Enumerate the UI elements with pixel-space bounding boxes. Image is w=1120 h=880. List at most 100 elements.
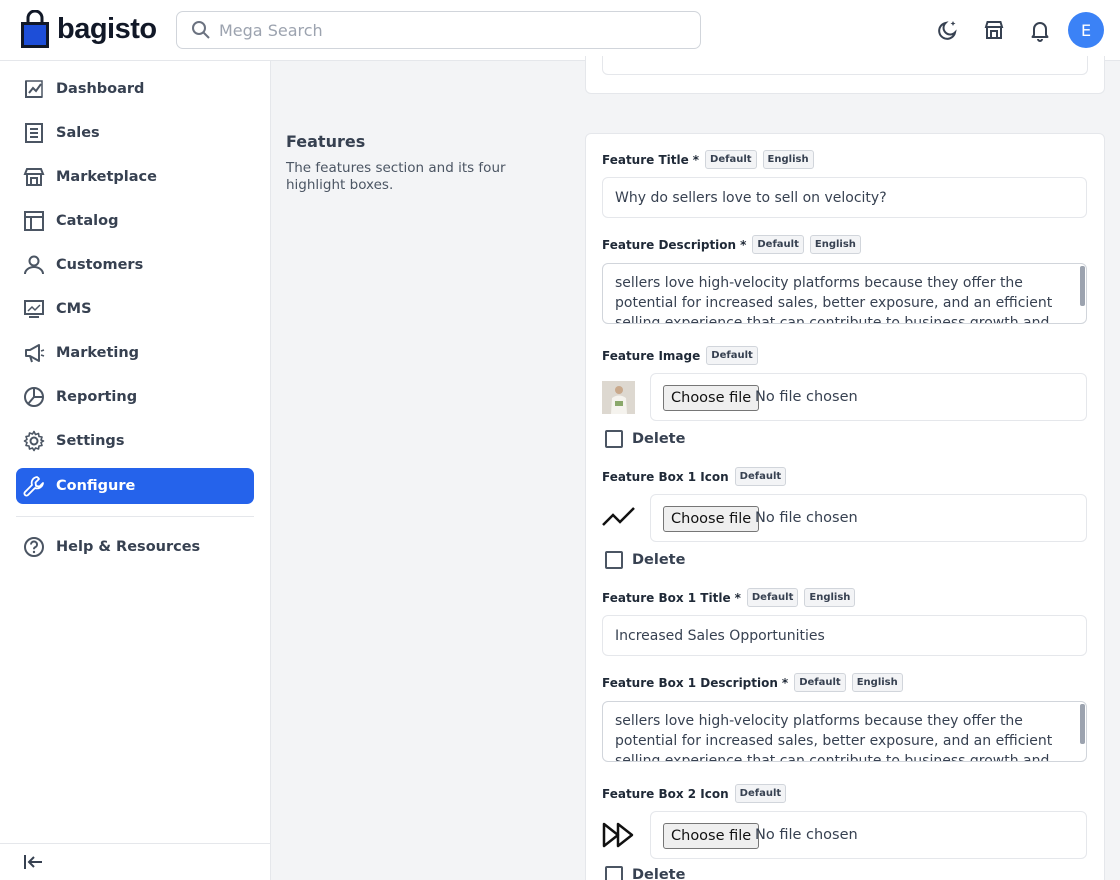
english-badge: English [804, 588, 856, 607]
choose-file-button[interactable]: Choose file [663, 506, 760, 532]
sidebar-item-label: Help & Resources [56, 539, 201, 555]
required-marker: * [734, 590, 741, 605]
search-input[interactable] [219, 20, 689, 40]
feature-image-delete[interactable]: Delete [605, 430, 685, 448]
monitor-icon [23, 298, 45, 320]
textarea-scrollbar[interactable] [1080, 704, 1085, 744]
feature-title-input[interactable]: Why do sellers love to sell on velocity? [602, 177, 1087, 218]
choose-file-button[interactable]: Choose file [663, 385, 760, 411]
previous-section-card [585, 56, 1105, 94]
fast-forward-icon [602, 822, 636, 853]
sidebar-item-configure[interactable]: Configure [16, 468, 254, 504]
sidebar-footer-divider [0, 843, 270, 844]
box2-icon-file-input: Choose file No file chosen [650, 811, 1087, 859]
sidebar-divider [16, 516, 254, 517]
field-label: Feature Box 1 Icon [602, 469, 729, 484]
sidebar-item-label: Settings [56, 433, 125, 449]
pie-chart-icon [23, 386, 45, 408]
delete-checkbox[interactable] [605, 430, 623, 448]
box2-icon-label: Feature Box 2 Icon Default [602, 784, 787, 803]
textarea-text: sellers love high-velocity platforms bec… [615, 713, 1053, 762]
trend-line-icon [602, 503, 636, 538]
feature-image-file-input: Choose file No file chosen [650, 373, 1087, 421]
sidebar-item-marketing[interactable]: Marketing [16, 335, 254, 371]
sidebar-item-dashboard[interactable]: Dashboard [16, 71, 254, 107]
bagisto-logo[interactable]: bagisto [20, 9, 157, 48]
wrench-icon [23, 475, 45, 497]
receipt-icon [23, 122, 45, 144]
user-avatar[interactable]: E [1068, 12, 1104, 48]
collapse-sidebar-icon[interactable] [22, 851, 44, 873]
sidebar-item-label: Dashboard [56, 81, 145, 97]
shopping-bag-icon [20, 9, 50, 48]
previous-field[interactable] [602, 56, 1088, 75]
logo-text: bagisto [57, 12, 157, 45]
sidebar-item-cms[interactable]: CMS [16, 291, 254, 327]
sidebar-item-sales[interactable]: Sales [16, 115, 254, 151]
sidebar-item-catalog[interactable]: Catalog [16, 203, 254, 239]
box1-icon-file-input: Choose file No file chosen [650, 494, 1087, 542]
default-badge: Default [746, 588, 799, 607]
default-badge: Default [706, 346, 758, 365]
gear-icon [23, 430, 45, 452]
sidebar-item-settings[interactable]: Settings [16, 423, 254, 459]
sidebar-item-label: CMS [56, 301, 92, 317]
help-icon [23, 536, 45, 558]
sidebar-item-reporting[interactable]: Reporting [16, 379, 254, 415]
storefront-icon[interactable] [980, 16, 1008, 44]
field-label: Feature Box 1 Title [602, 590, 731, 605]
sidebar-item-label: Sales [56, 125, 100, 141]
sidebar-item-label: Customers [56, 257, 144, 273]
bell-icon[interactable] [1026, 16, 1054, 44]
sidebar: Dashboard Sales Marketplace Catalog Cust… [0, 61, 271, 880]
sidebar-item-label: Reporting [56, 389, 138, 405]
required-marker: * [740, 237, 747, 252]
delete-label: Delete [632, 867, 686, 880]
dark-mode-icon[interactable] [934, 16, 962, 44]
field-label: Feature Title [602, 152, 689, 167]
delete-checkbox[interactable] [605, 866, 623, 880]
section-description: The features section and its four highli… [286, 160, 506, 193]
box1-icon-label: Feature Box 1 Icon Default [602, 467, 787, 486]
sidebar-item-label: Marketing [56, 345, 140, 361]
feature-image-label: Feature Image Default [602, 346, 758, 365]
required-marker: * [781, 675, 789, 690]
feature-title-label: Feature Title * Default English [602, 150, 814, 169]
file-status: No file chosen [755, 510, 858, 526]
english-badge: English [762, 150, 814, 169]
box1-icon-delete[interactable]: Delete [605, 551, 685, 569]
delete-label: Delete [632, 431, 686, 447]
textarea-scrollbar[interactable] [1080, 266, 1085, 306]
box1-description-label: Feature Box 1 Description * Default Engl… [602, 673, 903, 692]
box1-title-label: Feature Box 1 Title * Default English [602, 588, 856, 607]
search-icon [191, 20, 211, 40]
sidebar-item-customers[interactable]: Customers [16, 247, 254, 283]
box2-icon-delete[interactable]: Delete [605, 866, 685, 880]
sidebar-item-marketplace[interactable]: Marketplace [16, 159, 254, 195]
textarea-text: sellers love high-velocity platforms bec… [615, 275, 1053, 324]
sidebar-item-label: Catalog [56, 213, 119, 229]
mega-search[interactable] [176, 11, 701, 49]
top-header: bagisto E [0, 0, 1120, 61]
delete-label: Delete [632, 552, 686, 568]
sidebar-item-help[interactable]: Help & Resources [16, 529, 254, 565]
field-label: Feature Image [602, 348, 701, 363]
file-status: No file chosen [755, 827, 858, 843]
feature-description-textarea[interactable]: sellers love high-velocity platforms bec… [602, 263, 1087, 324]
feature-description-label: Feature Description * Default English [602, 235, 861, 254]
feature-image-thumbnail [602, 381, 635, 419]
default-badge: Default [794, 673, 846, 692]
delete-checkbox[interactable] [605, 551, 623, 569]
catalog-icon [23, 210, 45, 232]
sidebar-item-label: Configure [56, 478, 136, 494]
megaphone-icon [23, 342, 45, 364]
choose-file-button[interactable]: Choose file [663, 823, 760, 849]
dashboard-icon [23, 78, 45, 100]
box1-title-input[interactable]: Increased Sales Opportunities [602, 615, 1087, 656]
store-icon [23, 166, 45, 188]
required-marker: * [692, 152, 700, 167]
file-status: No file chosen [755, 389, 858, 405]
field-label: Feature Box 1 Description [602, 675, 778, 690]
box1-description-textarea[interactable]: sellers love high-velocity platforms bec… [602, 701, 1087, 762]
default-badge: Default [752, 235, 804, 254]
